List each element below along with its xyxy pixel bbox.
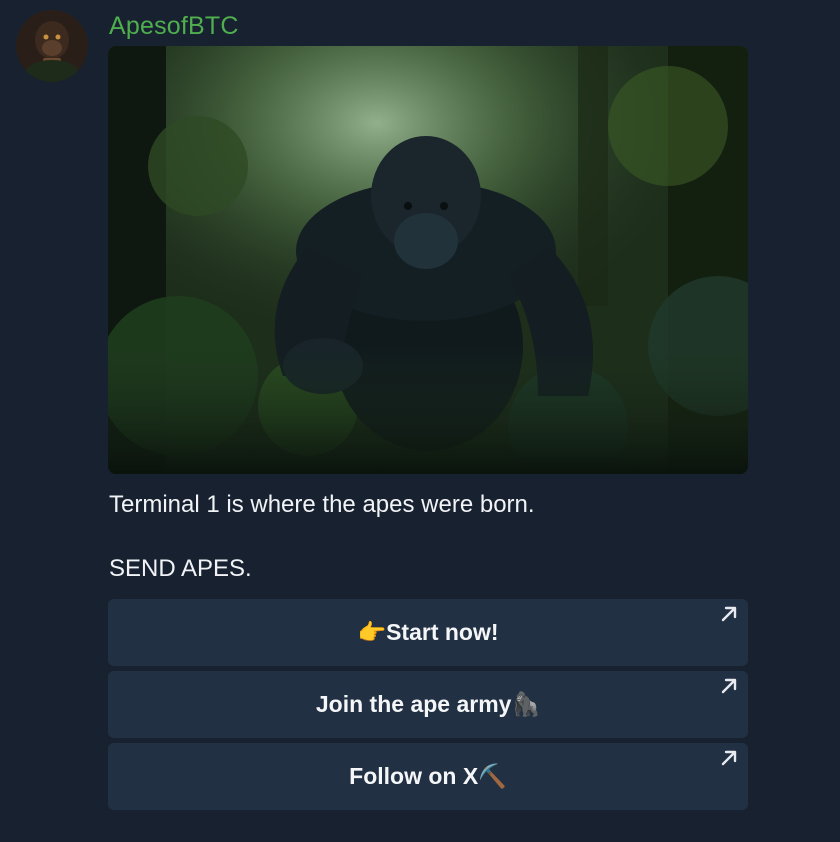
ape-in-jungle-photo: [108, 46, 748, 474]
join-ape-army-button[interactable]: Join the ape army 🦍: [108, 671, 748, 738]
join-ape-army-label: Join the ape army: [315, 691, 512, 717]
ape-avatar-icon: [16, 10, 88, 82]
start-now-label: Start now!: [386, 619, 499, 645]
message-line-1: Terminal 1 is where the apes were born.: [109, 491, 535, 518]
message-text: Terminal 1 is where the apes were born. …: [109, 489, 749, 585]
gorilla-emoji: 🦍: [511, 692, 541, 718]
pointing-hand-emoji: 👉: [357, 620, 387, 646]
follow-on-x-label: Follow on X: [349, 763, 479, 789]
start-now-button[interactable]: 👉 Start now!: [108, 599, 748, 666]
follow-on-x-button[interactable]: Follow on X ⛏️: [108, 743, 748, 810]
sender-name[interactable]: ApesofBTC: [109, 12, 239, 41]
external-link-arrow-icon: [721, 678, 737, 694]
external-link-arrow-icon: [721, 606, 737, 622]
message-photo[interactable]: [108, 46, 748, 474]
message-line-2: SEND APES.: [109, 555, 252, 582]
pick-emoji: ⛏️: [478, 764, 507, 790]
external-link-arrow-icon: [721, 750, 737, 766]
sender-avatar[interactable]: [16, 10, 88, 82]
